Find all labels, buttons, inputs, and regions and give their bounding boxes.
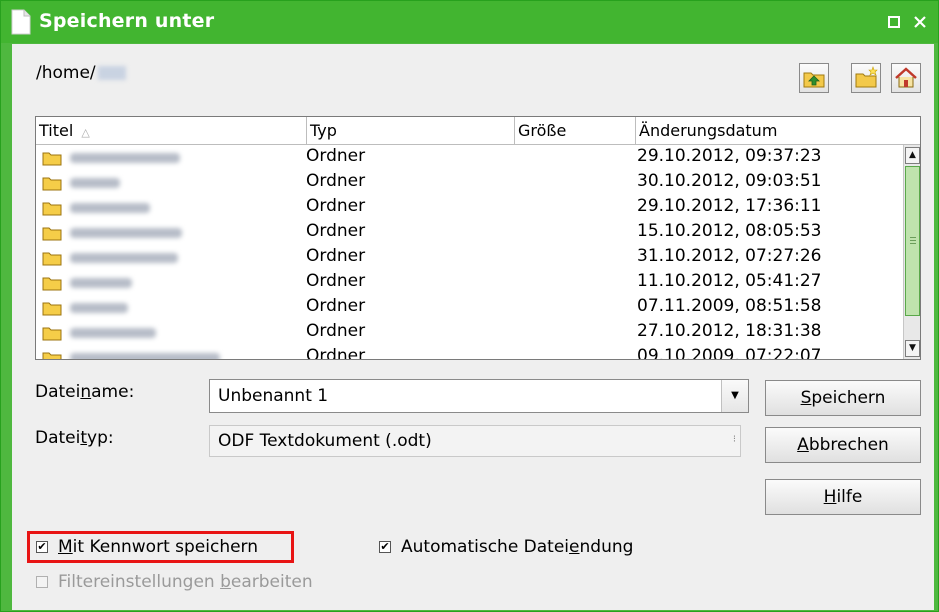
list-item[interactable]: Ordner 29.10.2012, 09:37:23 — [36, 145, 904, 170]
redacted-folder-name — [70, 303, 128, 313]
close-icon — [914, 16, 926, 28]
filename-combobox[interactable]: Unbenannt 1 ▼ — [209, 379, 749, 413]
item-date: 29.10.2012, 17:36:11 — [637, 196, 822, 216]
folder-icon — [42, 152, 62, 166]
close-button[interactable] — [908, 10, 932, 34]
filetype-label: Dateityp: — [35, 428, 114, 448]
redacted-folder-name — [70, 178, 120, 188]
current-path: /home/ — [36, 63, 126, 83]
redacted-folder-name — [70, 353, 220, 359]
auto-extension-checkbox[interactable]: ✔ — [379, 541, 391, 553]
scrollbar-thumb[interactable] — [905, 166, 920, 316]
list-item[interactable]: Ordner 29.10.2012, 17:36:11 — [36, 195, 904, 220]
up-one-level-button[interactable] — [799, 63, 829, 93]
folder-icon — [42, 302, 62, 316]
home-button[interactable] — [891, 63, 921, 93]
scroll-up-arrow-icon[interactable]: ▲ — [905, 147, 920, 164]
item-date: 27.10.2012, 18:31:38 — [637, 321, 822, 341]
item-type: Ordner — [306, 146, 366, 166]
save-as-dialog: Speichern unter /home/ Titel △ Typ Größe… — [0, 0, 939, 612]
chevron-down-icon: ▼ — [731, 390, 739, 401]
item-date: 31.10.2012, 07:27:26 — [637, 246, 822, 266]
item-date: 15.10.2012, 08:05:53 — [637, 221, 822, 241]
redacted-folder-name — [70, 278, 132, 288]
redacted-folder-name — [70, 153, 180, 163]
folder-icon — [42, 327, 62, 341]
item-type: Ordner — [306, 171, 366, 191]
sort-ascending-icon: △ — [81, 126, 90, 139]
document-icon — [11, 9, 31, 35]
item-type: Ordner — [306, 271, 366, 291]
path-text: /home/ — [36, 63, 96, 83]
edit-filter-settings-checkbox[interactable] — [36, 576, 48, 588]
combo-dropdown-button[interactable]: ▼ — [721, 380, 748, 412]
folder-up-icon — [803, 72, 825, 88]
folder-icon — [42, 177, 62, 191]
redacted-folder-name — [70, 228, 182, 238]
new-folder-icon — [855, 66, 878, 88]
item-date: 11.10.2012, 05:41:27 — [637, 271, 822, 291]
annotation-highlight-box — [27, 531, 294, 563]
list-item[interactable]: Ordner 15.10.2012, 08:05:53 — [36, 220, 904, 245]
folder-icon — [42, 227, 62, 241]
item-type: Ordner — [306, 246, 366, 266]
item-type: Ordner — [306, 296, 366, 316]
item-date: 07.11.2009, 08:51:58 — [637, 296, 822, 316]
folder-icon — [42, 277, 62, 291]
scroll-down-arrow-icon[interactable]: ▼ — [905, 340, 920, 357]
list-item[interactable]: Ordner 30.10.2012, 09:03:51 — [36, 170, 904, 195]
grip-icon — [910, 237, 916, 238]
filetype-value: ODF Textdokument (.odt) — [218, 431, 432, 451]
item-date: 30.10.2012, 09:03:51 — [637, 171, 822, 191]
file-rows: Ordner 29.10.2012, 09:37:23 Ordner 30.10… — [36, 145, 904, 360]
help-button[interactable]: Hilfe — [765, 479, 921, 515]
title-bar[interactable]: Speichern unter — [1, 1, 938, 43]
column-header-size[interactable]: Größe — [515, 117, 636, 145]
list-item[interactable]: Ordner 31.10.2012, 07:27:26 — [36, 245, 904, 270]
select-handle-icon: ⁝ — [732, 434, 736, 445]
auto-extension-label: Automatische Dateiendung — [401, 537, 634, 557]
redacted-folder-name — [70, 253, 178, 263]
item-date: 09.10.2009, 07:22:07 — [637, 346, 822, 360]
item-type: Ordner — [306, 321, 366, 341]
edit-filter-settings-label: Filtereinstellungen bearbeiten — [58, 572, 313, 592]
redacted-username — [97, 66, 126, 80]
column-title-label: Titel — [39, 121, 74, 140]
folder-icon — [42, 252, 62, 266]
item-date: 29.10.2012, 09:37:23 — [637, 146, 822, 166]
window-title: Speichern unter — [39, 10, 215, 32]
vertical-scrollbar[interactable]: ▲ ▼ — [903, 145, 920, 359]
file-list[interactable]: Titel △ Typ Größe Änderungsdatum Ordner … — [35, 116, 921, 360]
list-item[interactable]: Ordner 11.10.2012, 05:41:27 — [36, 270, 904, 295]
maximize-icon — [888, 16, 900, 28]
new-folder-button[interactable] — [851, 63, 881, 93]
folder-icon — [42, 352, 62, 359]
maximize-button[interactable] — [882, 10, 906, 34]
item-type: Ordner — [306, 196, 366, 216]
column-header-modified[interactable]: Änderungsdatum — [636, 117, 920, 145]
column-header-title[interactable]: Titel △ — [36, 117, 307, 145]
save-button[interactable]: Speichern — [765, 380, 921, 416]
item-type: Ordner — [306, 221, 366, 241]
filename-input[interactable]: Unbenannt 1 — [218, 386, 328, 406]
cancel-button[interactable]: Abbrechen — [765, 427, 921, 463]
filename-label: Dateiname: — [35, 382, 135, 402]
filetype-select[interactable]: ODF Textdokument (.odt) ⁝ — [209, 425, 741, 457]
redacted-folder-name — [70, 328, 156, 338]
home-icon — [895, 67, 917, 88]
folder-icon — [42, 202, 62, 216]
column-header-type[interactable]: Typ — [307, 117, 515, 145]
item-type: Ordner — [306, 346, 366, 360]
list-item[interactable]: Ordner 09.10.2009, 07:22:07 — [36, 345, 904, 360]
list-item[interactable]: Ordner 07.11.2009, 08:51:58 — [36, 295, 904, 320]
list-item[interactable]: Ordner 27.10.2012, 18:31:38 — [36, 320, 904, 345]
redacted-folder-name — [70, 203, 150, 213]
